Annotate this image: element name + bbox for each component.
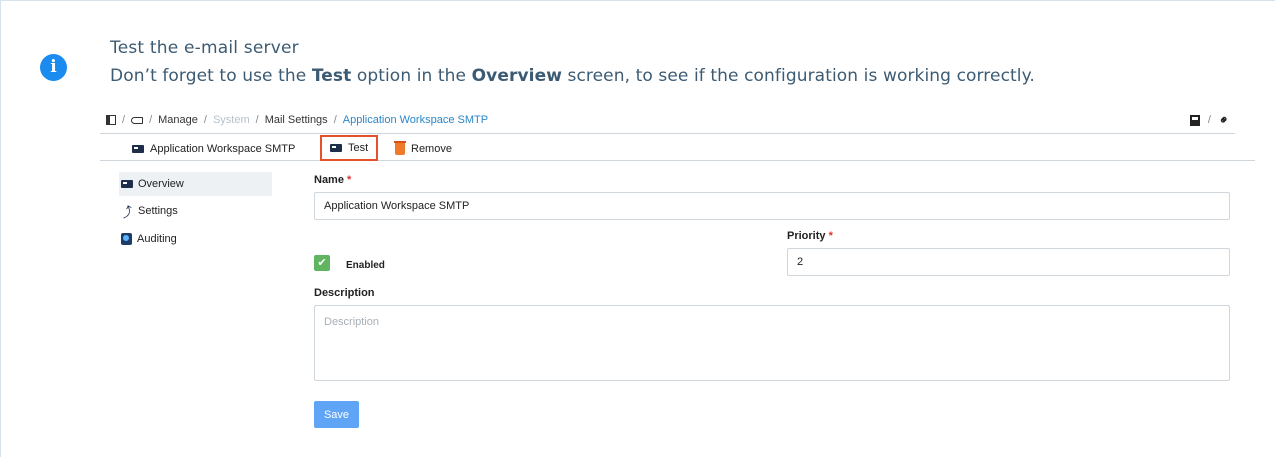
breadcrumb-separator: / (203, 114, 207, 126)
card-icon (330, 144, 342, 152)
breadcrumb-separator: / (122, 114, 126, 126)
breadcrumb-mail-settings[interactable]: Mail Settings (265, 114, 328, 126)
name-label: Name * (314, 174, 351, 186)
info-text-suffix: screen, to see if the configuration is w… (562, 66, 1035, 86)
sidebar-item-label: Settings (138, 205, 178, 217)
trash-icon (394, 140, 406, 155)
breadcrumb-separator: / (255, 114, 259, 126)
save-icon[interactable] (1189, 114, 1200, 126)
breadcrumb-system[interactable]: System (213, 114, 250, 126)
breadcrumb-bar: / / Manage / System / Mail Settings / Ap… (100, 110, 1235, 134)
priority-label-text: Priority (787, 230, 826, 242)
breadcrumb-actions: / ⚭ (1189, 111, 1232, 129)
name-label-text: Name (314, 174, 344, 186)
sidebar-item-label: Auditing (137, 233, 177, 245)
info-title: Test the e-mail server (110, 38, 299, 58)
panel-toggle-icon[interactable] (106, 115, 116, 125)
audit-icon (121, 233, 132, 245)
description-label: Description (314, 287, 375, 299)
breadcrumb-current[interactable]: Application Workspace SMTP (343, 114, 488, 126)
description-field[interactable]: Description (314, 305, 1230, 381)
test-button-label: Test (348, 142, 369, 154)
card-icon (132, 144, 144, 153)
breadcrumb-manage[interactable]: Manage (158, 114, 198, 126)
toolbar: Application Workspace SMTP Test Remove (100, 135, 1255, 161)
breadcrumb-separator: / (333, 114, 337, 126)
save-button[interactable]: Save (314, 401, 359, 428)
card-icon (121, 180, 133, 188)
breadcrumb-separator: / (1207, 114, 1211, 126)
info-text-middle: option in the (351, 66, 472, 86)
sidebar-item-settings[interactable]: ⤴ Settings (119, 199, 272, 223)
description-placeholder: Description (324, 316, 380, 328)
info-icon: i (40, 54, 67, 81)
toolbar-title: Application Workspace SMTP (132, 138, 295, 159)
breadcrumb: / / Manage / System / Mail Settings / Ap… (106, 114, 488, 126)
breadcrumb-separator: / (149, 114, 153, 126)
info-text-test: Test (311, 66, 352, 86)
sidebar-item-overview[interactable]: Overview (119, 172, 272, 196)
sidebar-item-auditing[interactable]: Auditing (119, 227, 272, 251)
remove-button-label: Remove (411, 142, 452, 155)
test-button[interactable]: Test (320, 135, 379, 161)
enabled-label: Enabled (346, 260, 385, 271)
name-field[interactable]: Application Workspace SMTP (314, 192, 1230, 220)
required-mark: * (828, 230, 833, 242)
info-text: Don’t forget to use the Test option in t… (110, 66, 1035, 86)
priority-field[interactable]: 2 (787, 248, 1230, 276)
required-mark: * (347, 174, 352, 186)
info-text-overview: Overview (471, 66, 562, 86)
info-text-prefix: Don’t forget to use the (110, 66, 312, 86)
wrench-icon: ⤴ (119, 202, 136, 221)
link-icon[interactable]: ⚭ (1215, 111, 1232, 128)
sidebar-item-label: Overview (138, 178, 184, 190)
priority-field-value: 2 (797, 256, 804, 268)
enabled-checkbox[interactable]: ✔ (314, 255, 330, 271)
priority-label: Priority * (787, 230, 833, 242)
toolbar-title-label: Application Workspace SMTP (150, 142, 296, 155)
name-field-value: Application Workspace SMTP (324, 200, 470, 212)
remove-button[interactable]: Remove (394, 138, 452, 159)
tag-icon[interactable] (131, 116, 144, 124)
